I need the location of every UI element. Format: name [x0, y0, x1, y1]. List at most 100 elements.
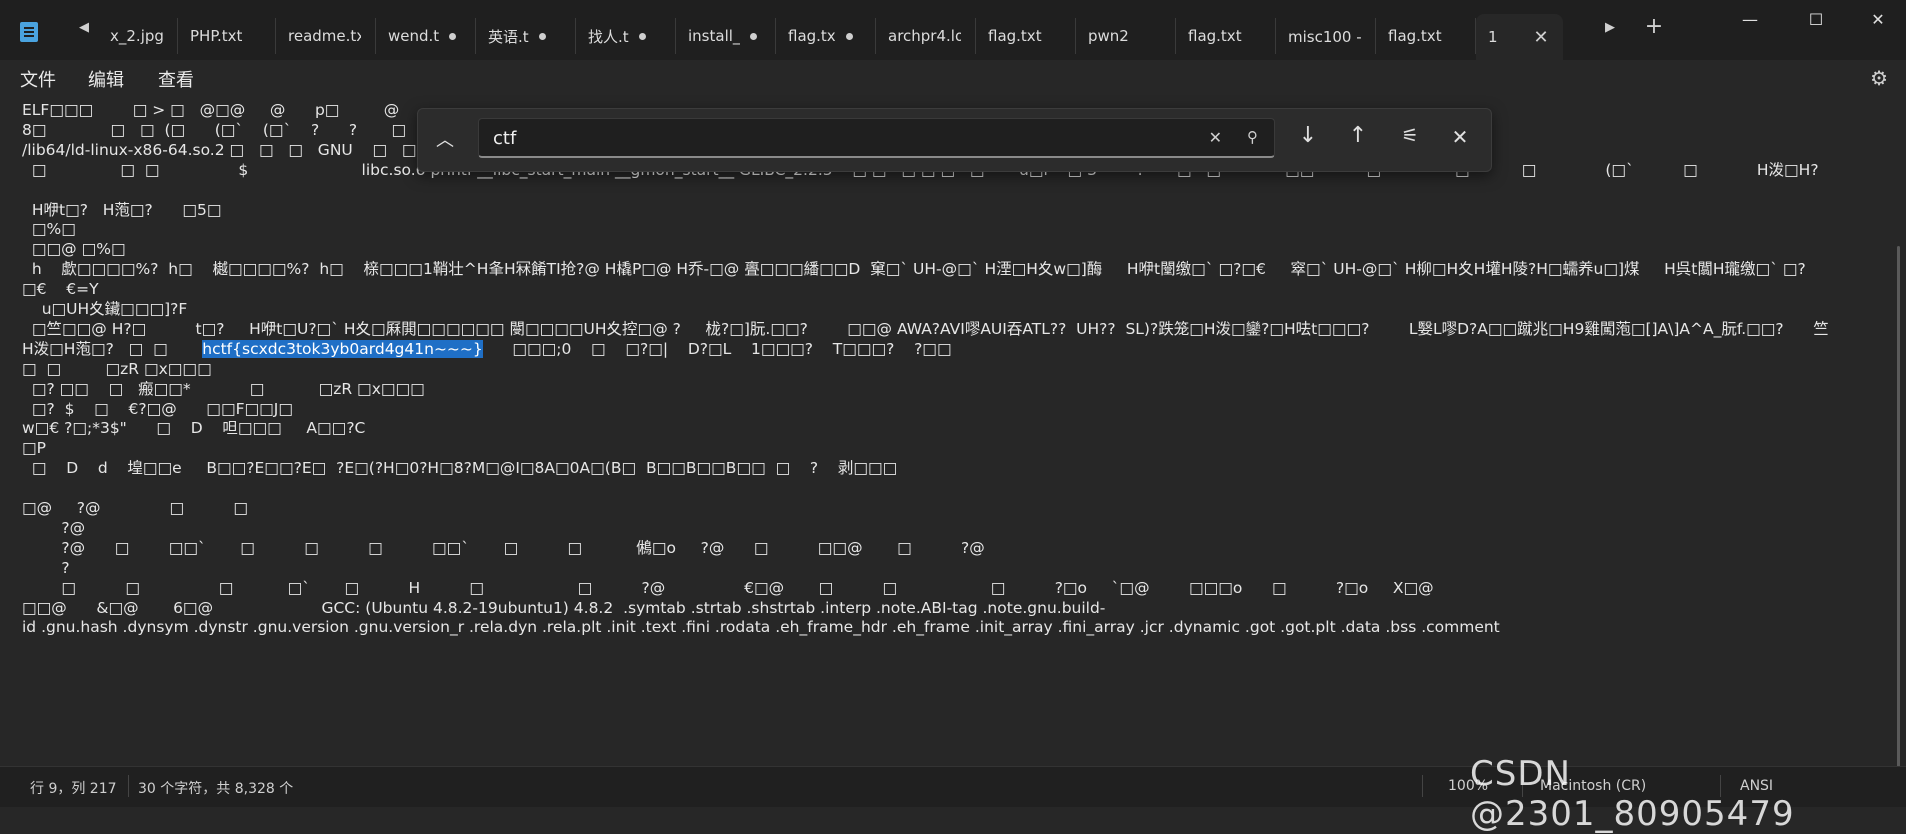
- line-text: u□UH夊鑶□□□]?F: [22, 300, 188, 318]
- text-line[interactable]: ?@ □ □□` □ □ □ □□` □ □ 鵂□o ?@ □ □□@ □ ?@: [22, 538, 985, 558]
- vertical-scrollbar[interactable]: [1897, 246, 1900, 766]
- tab-item[interactable]: flag.txt: [1176, 18, 1276, 54]
- tab-item[interactable]: PHP.txt: [178, 18, 276, 54]
- line-text: ?@: [22, 518, 86, 537]
- menu-bar: 文件 编辑 查看 ⚙: [0, 60, 1906, 96]
- line-text: ?: [22, 558, 70, 577]
- close-find-icon[interactable]: ✕: [1442, 125, 1478, 149]
- line-text: H泼□H萢□? □ □: [22, 339, 203, 358]
- line-text: id .gnu.hash .dynsym .dynstr .gnu.versio…: [22, 618, 1500, 637]
- find-previous-arrow-up-icon[interactable]: ↑: [1340, 123, 1376, 148]
- line-text: □? $ □ €?□@ □□F□□J□: [22, 399, 294, 418]
- text-line[interactable]: w□€ ?□;*3$" □ D 呾□□□ A□□?C: [22, 418, 365, 438]
- menu-file[interactable]: 文件: [20, 66, 56, 92]
- text-line[interactable]: h 歔□□□□%? h□ 樾□□□□%? h□ 榇□□□1鞘壮^H夆H冧餚TI抢…: [22, 259, 1806, 279]
- text-line[interactable]: □@ ?@ □ □: [22, 498, 248, 518]
- clear-search-icon[interactable]: ✕: [1209, 128, 1222, 147]
- text-line[interactable]: ELF□□□ □ > □ @□@ @ p□ @: [22, 100, 399, 120]
- menu-edit[interactable]: 编辑: [88, 66, 124, 92]
- line-text: □P: [22, 439, 46, 458]
- find-input-box: ✕ ⚲: [478, 118, 1275, 158]
- unsaved-dot-icon: [750, 32, 758, 40]
- line-text: ELF□□□ □ > □ @□@ @ p□ @: [22, 101, 400, 119]
- tab-label: misc100 - 副: [1288, 27, 1361, 46]
- line-text: ?@ □ □□` □ □ □ □□` □ □ 鵂□o ?@ □ □□@ □ ?@: [22, 538, 985, 557]
- tab-strip: x_2.jpg.txt PHP.txt readme.txt wend.t 英语.t 找人…: [98, 14, 1563, 60]
- tab-label: flag.txt: [1388, 27, 1442, 45]
- line-text: H咿t□? H萢□? □5□: [22, 200, 222, 219]
- text-line[interactable]: □ □ □ □` □ H □ □ ?@ €□@ □ □ □ ?□o `□@ □□…: [22, 578, 1434, 598]
- line-text: □□@ &□@ 6□@ GCC: (Ubuntu 4.8.2-19ubuntu1…: [22, 598, 1106, 617]
- tab-label: pwn2: [1088, 27, 1129, 45]
- text-line[interactable]: □P: [22, 438, 46, 458]
- tab-item[interactable]: pwn2: [1076, 18, 1176, 54]
- tab-item[interactable]: flag.txt: [976, 18, 1076, 54]
- text-line[interactable]: □□@ □%□: [22, 239, 126, 259]
- unsaved-dot-icon: [538, 32, 546, 40]
- tab-item[interactable]: flag.txt: [1376, 18, 1476, 54]
- scroll-tabs-left-icon[interactable]: ◀: [72, 20, 96, 35]
- tab-item[interactable]: readme.txt: [276, 18, 376, 54]
- minimize-icon[interactable]: —: [1730, 10, 1770, 29]
- text-line[interactable]: □€ €=Y: [22, 279, 99, 299]
- text-line[interactable]: □? □□ □ 瘢□□* □ □zR □x□□□: [22, 379, 425, 399]
- text-line[interactable]: □竺□□@ H?□ t□? H咿t□U?□` H夊□厤閧□□□□□□ 閿□□□□…: [22, 319, 1829, 339]
- tab-active[interactable]: 1 ✕: [1476, 14, 1563, 60]
- menu-view[interactable]: 查看: [158, 66, 194, 92]
- tab-label: flag.txt: [988, 27, 1042, 45]
- tab-item[interactable]: x_2.jpg.txt: [98, 18, 178, 54]
- text-line[interactable]: □%□: [22, 219, 76, 239]
- text-line[interactable]: H咿t□? H萢□? □5□: [22, 200, 222, 220]
- tab-label: PHP.txt: [190, 27, 243, 45]
- tab-label: install_: [688, 27, 741, 45]
- line-text: □ D d 堭□□e B□□?E□□?E□ ?E□(?H□0?H□8?M□@I□…: [22, 459, 898, 478]
- tab-label: flag.tx: [788, 27, 836, 45]
- tab-label: 英语.t: [488, 27, 529, 46]
- text-line[interactable]: ?@: [22, 518, 85, 538]
- tab-label: archpr4.log: [888, 27, 961, 45]
- scroll-tabs-right-icon[interactable]: ▶: [1598, 20, 1622, 35]
- line-text: 8□ □ □ (□ (□` (□` ? ? □: [22, 120, 407, 139]
- text-editor[interactable]: ELF□□□ □ > □ @□@ @ p□ @8□ □ □ (□ (□` (□`…: [0, 96, 1906, 766]
- line-text: □竺□□@ H?□ t□? H咿t□U?□` H夊□厤閧□□□□□□ 閿□□□□…: [22, 319, 1829, 338]
- find-input[interactable]: [491, 125, 1175, 151]
- maximize-icon[interactable]: ☐: [1796, 10, 1836, 29]
- title-bar: ◀ x_2.jpg.txt PHP.txt readme.txt wend.t 英语.t…: [0, 0, 1906, 60]
- line-text: □ □ □ □` □ H □ □ ?@ €□@ □ □ □ ?□o `□@ □□…: [22, 578, 1434, 597]
- tab-item[interactable]: 英语.t: [476, 18, 576, 54]
- settings-gear-icon[interactable]: ⚙: [1870, 66, 1888, 90]
- text-line[interactable]: id .gnu.hash .dynsym .dynstr .gnu.versio…: [22, 617, 1500, 637]
- line-text: □%□: [22, 220, 76, 239]
- collapse-replace-chevron-icon[interactable]: ︿: [436, 126, 454, 152]
- line-text: □€ €=Y: [22, 280, 99, 299]
- tab-item[interactable]: archpr4.log: [876, 18, 976, 54]
- tab-label: 1: [1488, 28, 1498, 46]
- find-options-sliders-icon[interactable]: ⚟: [1392, 125, 1428, 147]
- text-line[interactable]: H泼□H萢□? □ □ hctf{scxdc3tok3yb0ard4g41n~~…: [22, 339, 952, 359]
- cursor-position[interactable]: 行 9，列 217: [30, 778, 117, 798]
- close-tab-icon[interactable]: ✕: [1534, 27, 1549, 48]
- selected-flag-text[interactable]: hctf{scxdc3tok3yb0ard4g41n~~~}: [202, 339, 483, 358]
- unsaved-dot-icon: [449, 32, 457, 40]
- line-text: □? □□ □ 瘢□□* □ □zR □x□□□: [22, 379, 425, 398]
- tab-item[interactable]: wend.t: [376, 18, 476, 54]
- tab-label: x_2.jpg.txt: [110, 27, 163, 45]
- tab-item[interactable]: flag.tx: [776, 18, 876, 54]
- line-text: □□@ □%□: [22, 240, 126, 259]
- text-line[interactable]: □ D d 堭□□e B□□?E□□?E□ ?E□(?H□0?H□8?M□@I□…: [22, 458, 897, 478]
- tab-item[interactable]: install_: [676, 18, 776, 54]
- text-line[interactable]: □ □ □zR □x□□□: [22, 359, 212, 379]
- new-tab-icon[interactable]: +: [1642, 14, 1666, 39]
- text-line[interactable]: u□UH夊鑶□□□]?F: [22, 299, 188, 319]
- text-line[interactable]: 8□ □ □ (□ (□` (□` ? ? □: [22, 120, 406, 140]
- text-line[interactable]: □? $ □ €?□@ □□F□□J□: [22, 399, 293, 419]
- search-icon[interactable]: ⚲: [1247, 128, 1258, 146]
- tab-item[interactable]: misc100 - 副: [1276, 18, 1376, 54]
- csdn-watermark: CSDN @2301_80905479: [1470, 754, 1795, 834]
- text-line[interactable]: □□@ &□@ 6□@ GCC: (Ubuntu 4.8.2-19ubuntu1…: [22, 598, 1105, 618]
- window-close-icon[interactable]: ✕: [1858, 10, 1898, 29]
- status-divider: [128, 775, 129, 797]
- tab-item[interactable]: 找人.t: [576, 18, 676, 54]
- find-next-arrow-down-icon[interactable]: ↓: [1290, 123, 1326, 148]
- text-line[interactable]: ?: [22, 558, 70, 578]
